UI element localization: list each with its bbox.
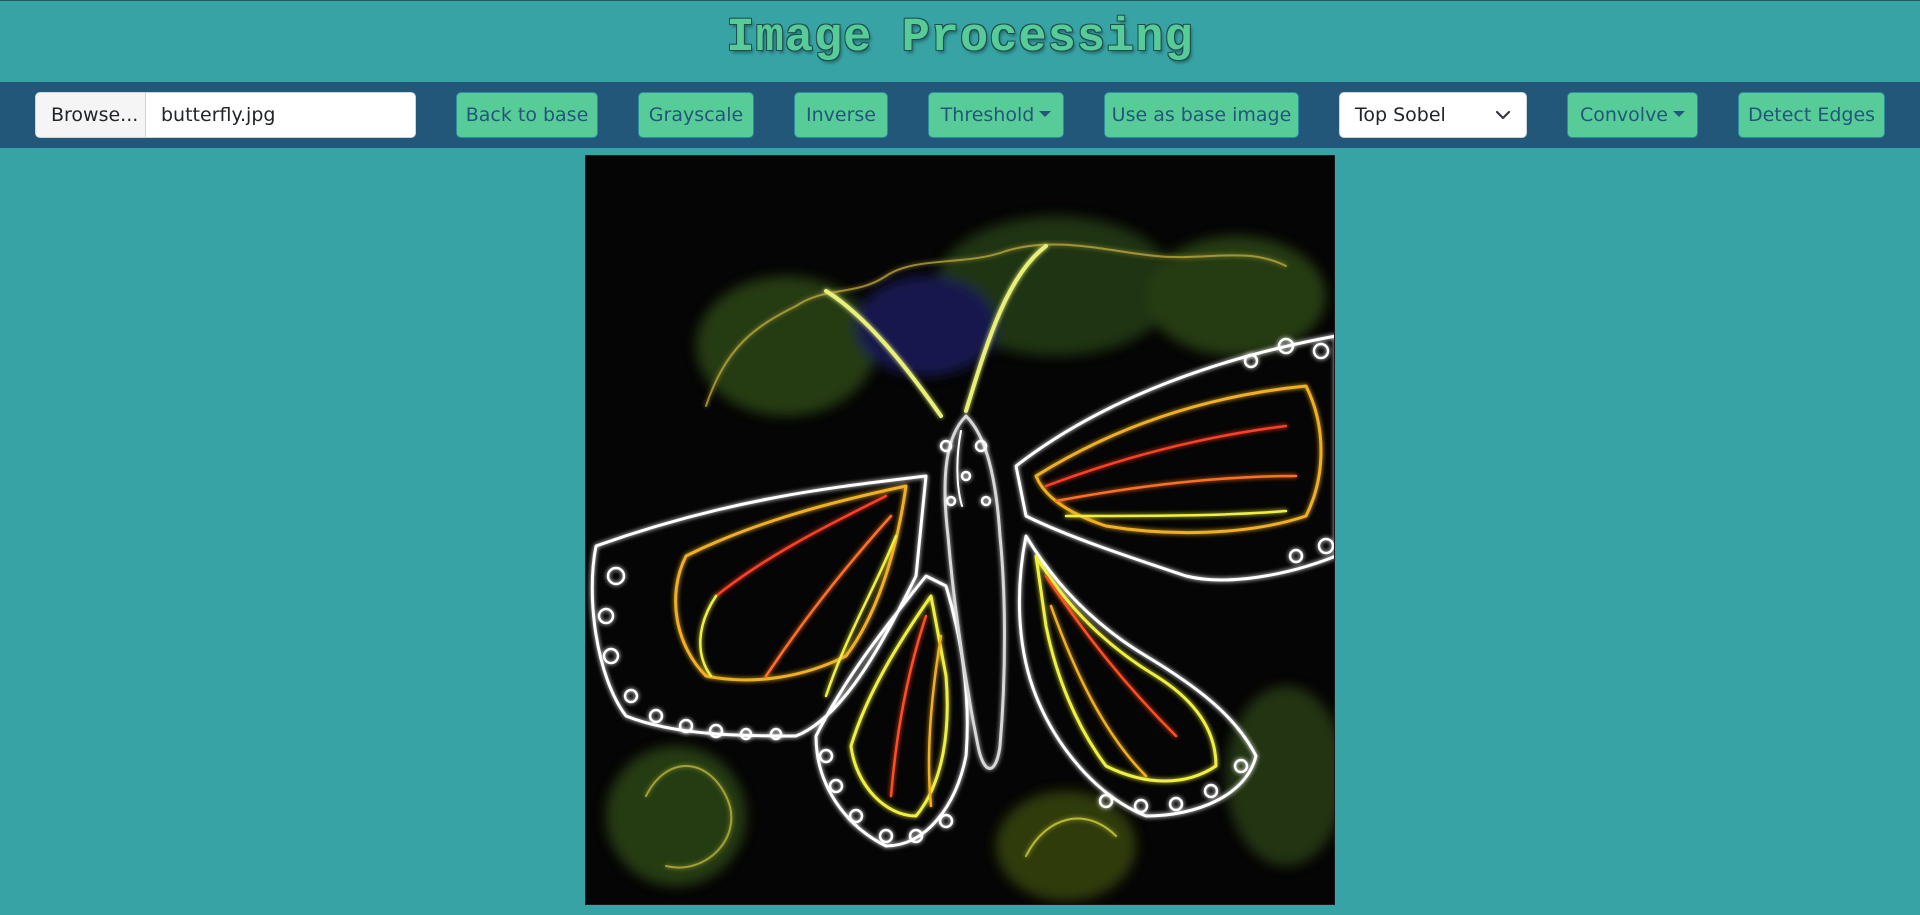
top-border bbox=[0, 0, 1920, 1]
threshold-label: Threshold bbox=[940, 104, 1035, 126]
butterfly-edge-image bbox=[586, 156, 1334, 904]
threshold-dropdown-button[interactable]: Threshold bbox=[928, 92, 1064, 138]
browse-button[interactable]: Browse... bbox=[36, 93, 146, 137]
detect-edges-button[interactable]: Detect Edges bbox=[1738, 92, 1885, 138]
file-input[interactable]: Browse... butterfly.jpg bbox=[35, 92, 416, 138]
inverse-button[interactable]: Inverse bbox=[794, 92, 888, 138]
toolbar: Browse... butterfly.jpg Back to base Gra… bbox=[0, 82, 1920, 148]
page-title: Image Processing bbox=[726, 12, 1194, 65]
back-to-base-button[interactable]: Back to base bbox=[456, 92, 598, 138]
use-as-base-button[interactable]: Use as base image bbox=[1104, 92, 1299, 138]
processed-image bbox=[585, 155, 1335, 905]
grayscale-button[interactable]: Grayscale bbox=[638, 92, 754, 138]
kernel-select[interactable]: Top Sobel bbox=[1339, 92, 1527, 138]
caret-down-icon bbox=[1039, 110, 1052, 117]
convolve-label: Convolve bbox=[1579, 104, 1668, 126]
convolve-dropdown-button[interactable]: Convolve bbox=[1567, 92, 1698, 138]
chevron-down-icon bbox=[1494, 93, 1512, 137]
caret-down-icon bbox=[1673, 110, 1685, 117]
kernel-select-value: Top Sobel bbox=[1355, 104, 1446, 126]
file-name-label: butterfly.jpg bbox=[161, 104, 276, 126]
